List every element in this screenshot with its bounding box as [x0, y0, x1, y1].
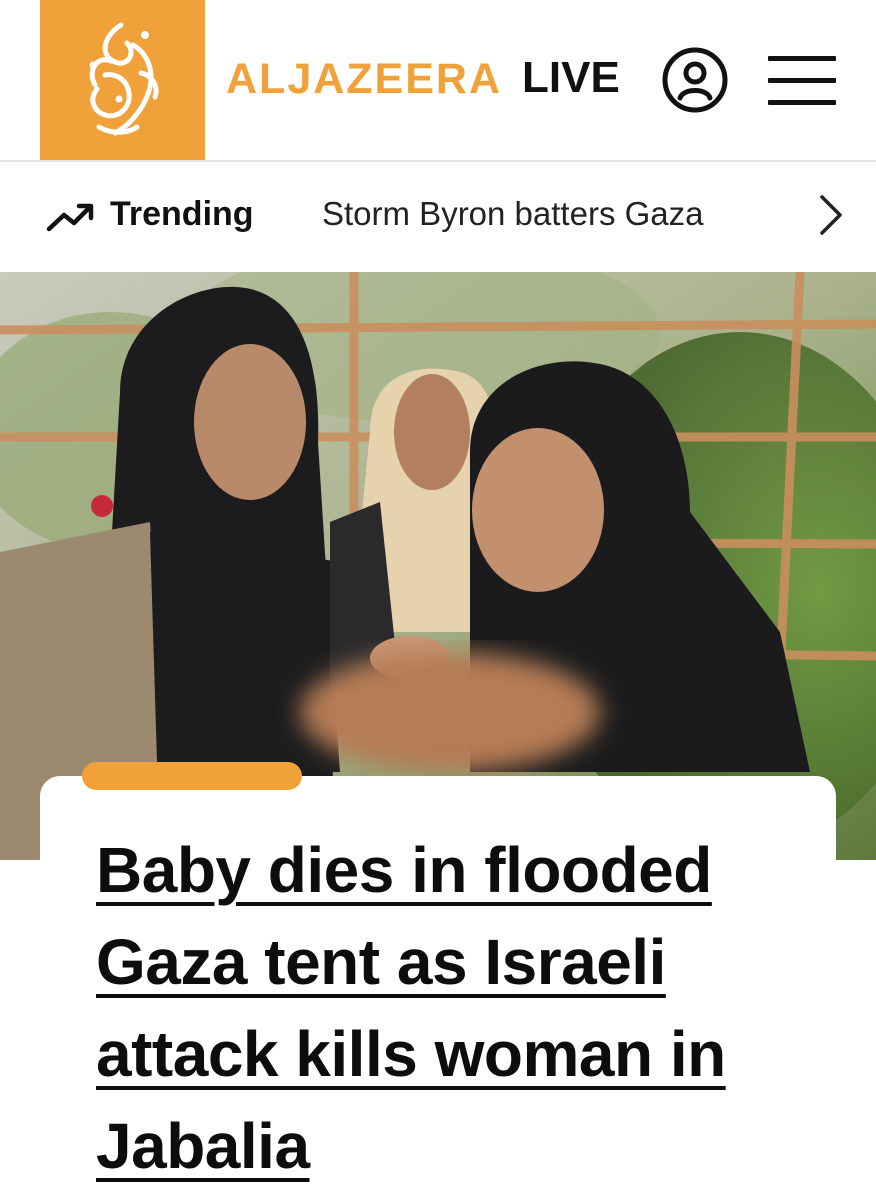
hamburger-menu-button[interactable]	[768, 54, 836, 108]
user-account-icon	[662, 47, 728, 113]
trending-label: Trending	[110, 195, 254, 233]
account-button[interactable]	[661, 46, 729, 114]
menu-line-icon	[768, 100, 836, 105]
menu-line-icon	[768, 78, 836, 83]
chevron-right-icon[interactable]	[806, 190, 856, 240]
trending-up-icon	[46, 203, 94, 232]
category-accent-bar	[82, 762, 302, 790]
menu-line-icon	[768, 56, 836, 61]
live-link[interactable]: LIVE	[522, 52, 620, 104]
brand-wordmark[interactable]: ALJAZEERA	[226, 54, 502, 104]
article-headline[interactable]: Baby dies in flooded Gaza tent as Israel…	[96, 824, 816, 1192]
article-page: ALJAZEERA LIVE Trending Storm Byron batt…	[0, 0, 876, 1200]
aljazeera-calligraphy-logo-icon	[89, 22, 158, 136]
site-header: ALJAZEERA LIVE	[0, 0, 876, 162]
trending-story-link[interactable]: Storm Byron batters Gaza	[322, 192, 762, 236]
aljazeera-logo[interactable]	[40, 0, 205, 160]
